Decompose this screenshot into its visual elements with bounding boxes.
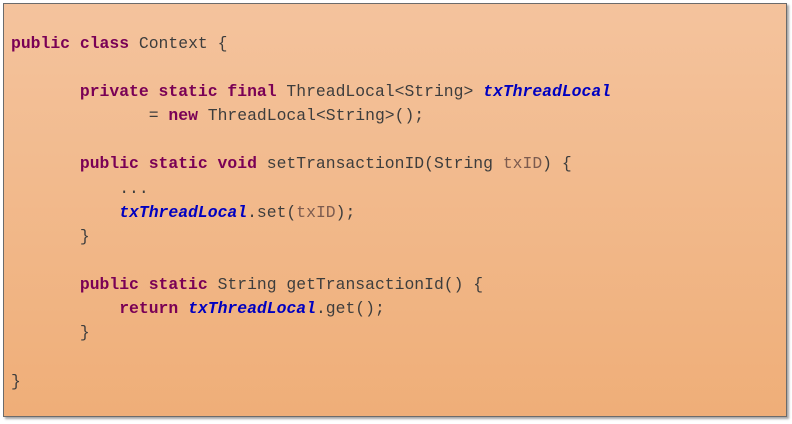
code-token: new — [168, 106, 198, 125]
code-token: setTransactionID(String — [256, 154, 503, 173]
code-line: public static void setTransactionID(Stri… — [11, 154, 572, 174]
code-line: } — [11, 323, 90, 343]
code-token: .set( — [247, 203, 297, 222]
code-token: ThreadLocal<String> — [276, 82, 484, 101]
code-token: String getTransactionId() { — [207, 275, 484, 294]
code-token: public static void — [11, 154, 257, 173]
code-token: ) { — [542, 154, 572, 173]
code-token: txThreadLocal — [119, 203, 248, 222]
code-token: public static — [11, 275, 208, 294]
code-line: public class Context { — [11, 34, 227, 54]
code-token: return — [119, 299, 179, 318]
code-token: ... — [11, 179, 149, 198]
code-token: txID — [502, 154, 543, 173]
code-token: } — [11, 227, 90, 246]
code-line: ... — [11, 179, 149, 199]
code-line: public static String getTransactionId() … — [11, 275, 483, 295]
code-line: } — [11, 227, 90, 247]
code-line: private static final ThreadLocal<String>… — [11, 82, 611, 102]
code-token: private static final — [11, 82, 277, 101]
code-token: = — [11, 106, 169, 125]
code-token: ); — [335, 203, 356, 222]
code-token: txThreadLocal — [483, 82, 612, 101]
code-token: public class — [11, 34, 130, 53]
code-panel: public class Context { private static fi… — [3, 3, 787, 417]
code-line: = new ThreadLocal<String>(); — [11, 106, 424, 126]
code-token: .get(); — [315, 299, 385, 318]
code-token: txID — [296, 203, 336, 222]
code-line: return txThreadLocal.get(); — [11, 299, 385, 319]
code-token: } — [11, 372, 21, 391]
code-token: ThreadLocal<String>(); — [197, 106, 425, 125]
code-token: } — [11, 323, 90, 342]
code-line: } — [11, 372, 21, 392]
code-token: Context { — [129, 34, 228, 53]
code-token: txThreadLocal — [188, 299, 316, 318]
code-line: txThreadLocal.set(txID); — [11, 203, 355, 223]
